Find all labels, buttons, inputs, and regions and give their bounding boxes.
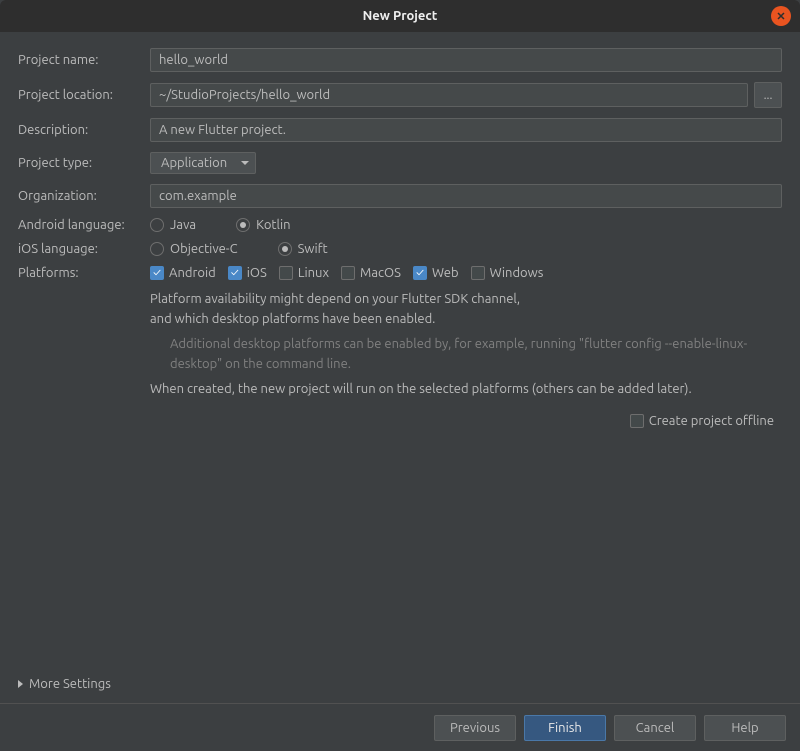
- info-when-created: When created, the new project will run o…: [150, 380, 782, 400]
- radio-swift-label: Swift: [298, 242, 328, 256]
- chevron-down-icon: [241, 161, 249, 165]
- info-availability: Platform availability might depend on yo…: [150, 290, 782, 329]
- check-offline[interactable]: Create project offline: [630, 414, 774, 428]
- project-type-value: Application: [161, 156, 227, 170]
- check-android[interactable]: ✓ Android: [150, 266, 216, 280]
- cancel-button[interactable]: Cancel: [614, 715, 696, 741]
- check-web-label: Web: [432, 266, 459, 280]
- project-location-input[interactable]: [150, 83, 748, 107]
- radio-kotlin[interactable]: Kotlin: [236, 218, 290, 232]
- radio-icon: [236, 218, 250, 232]
- radio-objc-label: Objective-C: [170, 242, 238, 256]
- check-icon: ✓: [228, 266, 242, 280]
- description-label: Description:: [18, 123, 150, 137]
- check-offline-label: Create project offline: [649, 414, 774, 428]
- check-windows-label: Windows: [490, 266, 544, 280]
- project-location-label: Project location:: [18, 88, 150, 102]
- check-macos-label: MacOS: [360, 266, 401, 280]
- android-language-label: Android language:: [18, 218, 150, 232]
- project-name-label: Project name:: [18, 53, 150, 67]
- help-button[interactable]: Help: [704, 715, 786, 741]
- more-settings-toggle[interactable]: More Settings: [18, 677, 111, 691]
- check-icon: ✓: [413, 266, 427, 280]
- window-title: New Project: [363, 9, 438, 23]
- organization-input[interactable]: [150, 184, 782, 208]
- platforms-label: Platforms:: [18, 266, 150, 280]
- radio-icon: [150, 218, 164, 232]
- check-linux-label: Linux: [298, 266, 329, 280]
- check-icon: [630, 414, 644, 428]
- project-type-label: Project type:: [18, 156, 150, 170]
- radio-swift[interactable]: Swift: [278, 242, 328, 256]
- check-ios[interactable]: ✓ iOS: [228, 266, 267, 280]
- check-web[interactable]: ✓ Web: [413, 266, 459, 280]
- chevron-right-icon: [18, 680, 23, 688]
- finish-button[interactable]: Finish: [524, 715, 606, 741]
- radio-kotlin-label: Kotlin: [256, 218, 290, 232]
- check-windows[interactable]: Windows: [471, 266, 544, 280]
- check-icon: [279, 266, 293, 280]
- check-linux[interactable]: Linux: [279, 266, 329, 280]
- project-type-select[interactable]: Application: [150, 152, 256, 174]
- more-settings-label: More Settings: [29, 677, 111, 691]
- close-icon[interactable]: ✕: [771, 6, 791, 26]
- check-ios-label: iOS: [247, 266, 267, 280]
- browse-button[interactable]: ...: [754, 82, 782, 108]
- check-macos[interactable]: MacOS: [341, 266, 401, 280]
- check-icon: ✓: [150, 266, 164, 280]
- titlebar: New Project ✕: [0, 0, 800, 32]
- radio-java[interactable]: Java: [150, 218, 196, 232]
- form-content: Project name: Project location: ... Desc…: [0, 32, 800, 428]
- check-icon: [341, 266, 355, 280]
- info-additional: Additional desktop platforms can be enab…: [170, 335, 782, 374]
- project-name-input[interactable]: [150, 48, 782, 72]
- ios-language-label: iOS language:: [18, 242, 150, 256]
- check-icon: [471, 266, 485, 280]
- previous-button[interactable]: Previous: [434, 715, 516, 741]
- button-bar: Previous Finish Cancel Help: [0, 703, 800, 751]
- description-input[interactable]: [150, 118, 782, 142]
- info-block: Platform availability might depend on yo…: [150, 290, 782, 400]
- radio-java-label: Java: [170, 218, 196, 232]
- radio-icon: [150, 242, 164, 256]
- check-android-label: Android: [169, 266, 216, 280]
- radio-icon: [278, 242, 292, 256]
- organization-label: Organization:: [18, 189, 150, 203]
- radio-objc[interactable]: Objective-C: [150, 242, 238, 256]
